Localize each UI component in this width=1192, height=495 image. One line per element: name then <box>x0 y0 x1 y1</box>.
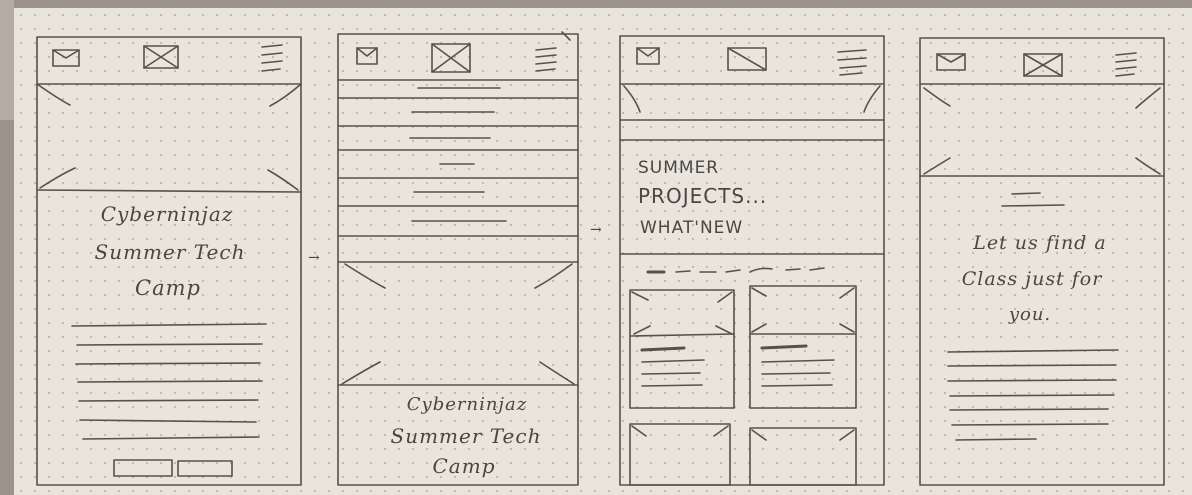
panel4-text-line-2: Class just for <box>961 268 1103 290</box>
wireframe-panel-4 <box>919 37 1165 486</box>
hamburger-menu-icon <box>535 47 557 72</box>
panel3-heading-line-2: PROJECTS... <box>638 184 768 208</box>
panel3-heading-line-1: SUMMER <box>638 158 720 178</box>
carousel-indicators <box>646 267 825 274</box>
button-placeholders <box>113 459 233 477</box>
menu-list <box>337 87 579 237</box>
hero-image-placeholder <box>619 85 885 141</box>
flow-arrow-1: → <box>308 250 320 266</box>
logo-icon <box>52 49 80 67</box>
image-icon <box>143 45 179 69</box>
panel3-heading-line-3: WHAT'NEW <box>640 218 744 238</box>
project-card-4 <box>749 427 857 486</box>
logo-icon <box>936 53 966 71</box>
hamburger-menu-icon <box>1115 52 1137 77</box>
panel4-text-line-1: Let us find a <box>973 232 1107 254</box>
divider-lines <box>1001 192 1065 207</box>
panel2-title-line-1: Cyberninjaz <box>406 394 528 415</box>
hero-image-placeholder <box>36 83 302 193</box>
panel1-title-line-2: Summer Tech <box>94 240 246 264</box>
project-card-2 <box>749 285 857 409</box>
text-lines <box>71 323 267 440</box>
image-icon <box>431 43 471 73</box>
hamburger-menu-icon <box>837 49 867 76</box>
wireframe-panel-2 <box>337 31 579 486</box>
panel2-title-line-2: Summer Tech <box>390 424 542 448</box>
image-icon <box>727 47 767 71</box>
panel4-text-line-3: you. <box>1008 304 1052 325</box>
logo-icon <box>636 47 660 65</box>
wireframe-panel-3 <box>619 35 885 486</box>
flow-arrow-2: → <box>590 222 602 238</box>
image-icon <box>1023 53 1063 77</box>
hero-image-placeholder <box>337 261 579 386</box>
panel2-title-line-3: Camp <box>432 454 496 478</box>
panel1-title-line-1: Cyberninjaz <box>100 202 234 226</box>
hamburger-menu-icon <box>261 44 283 72</box>
project-card-3 <box>629 423 731 486</box>
project-card-1 <box>629 289 735 409</box>
text-lines <box>947 349 1119 441</box>
panel1-title-line-3: Camp <box>135 276 201 300</box>
logo-icon <box>356 47 378 65</box>
hero-image-placeholder <box>919 87 1165 177</box>
